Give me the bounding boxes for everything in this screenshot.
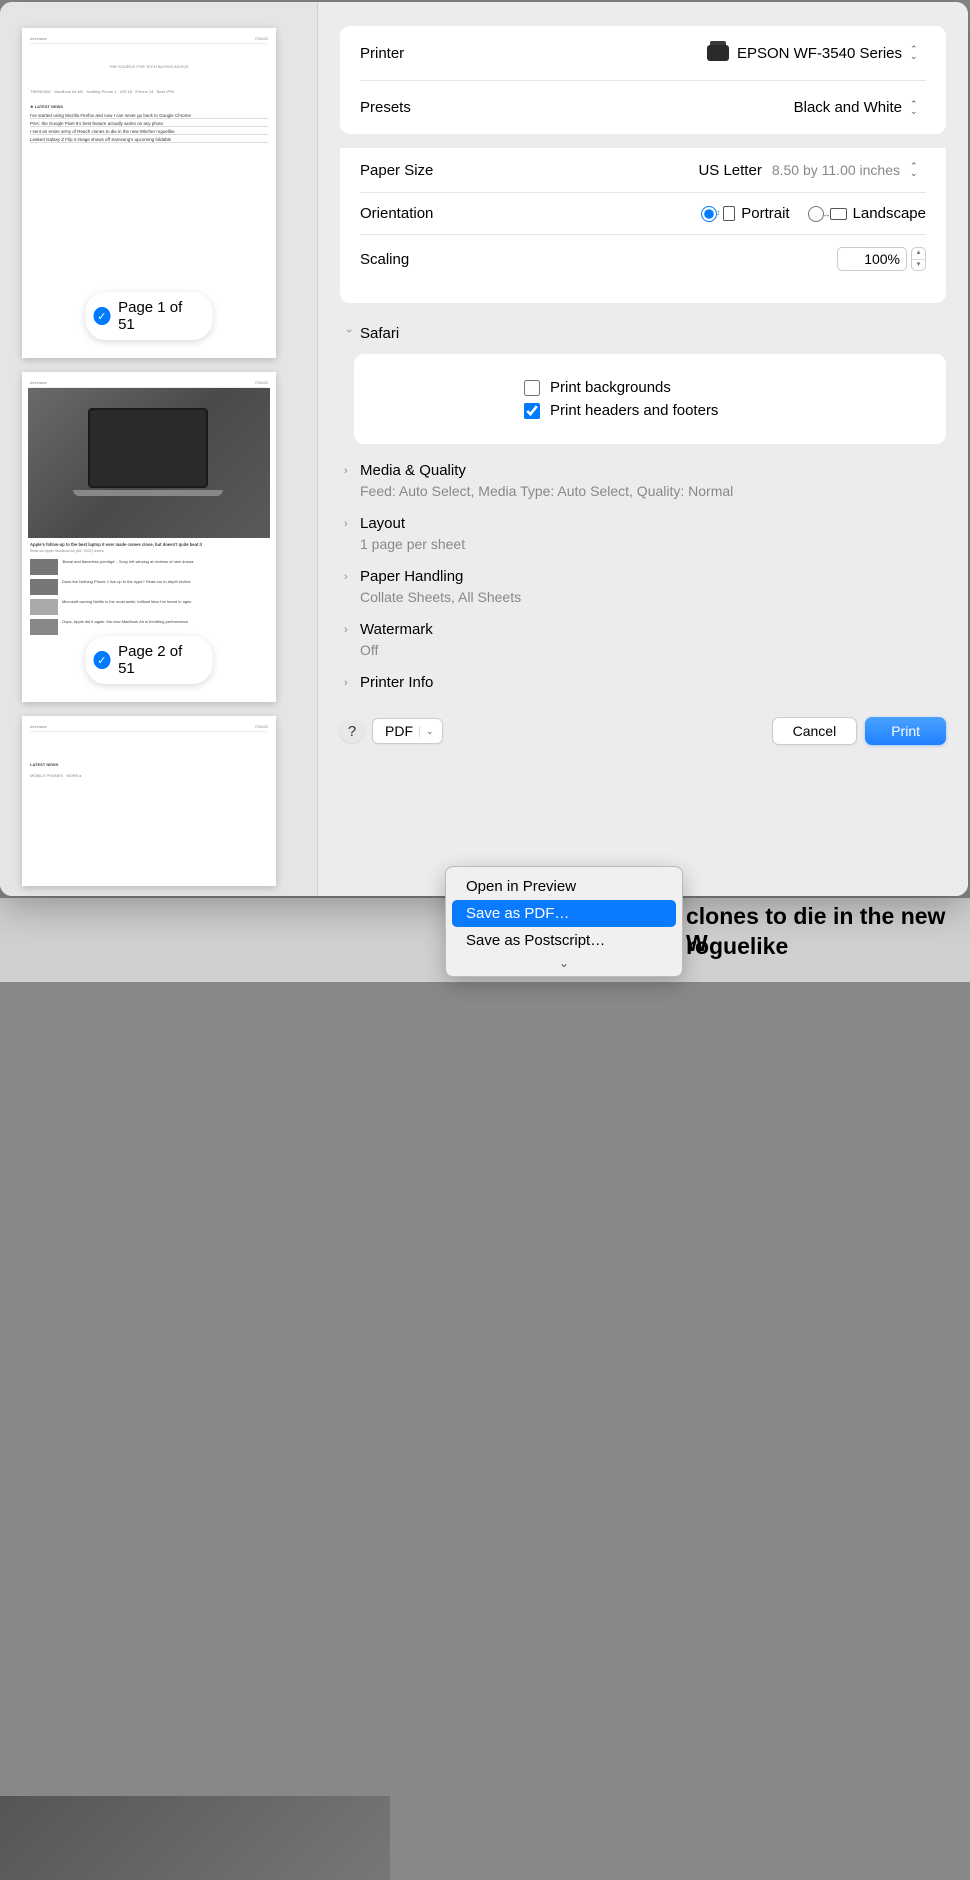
- printer-info-title: Printer Info: [360, 674, 433, 691]
- updown-icon: [910, 43, 926, 63]
- printer-icon: [707, 45, 729, 61]
- pdf-dropdown-button[interactable]: PDF ⌄: [372, 718, 443, 744]
- chevron-right-icon: ›: [344, 518, 354, 530]
- paper-size-row[interactable]: Paper Size US Letter 8.50 by 11.00 inche…: [360, 148, 926, 192]
- page-thumbnail-2[interactable]: techradar7/20/22 Apple's follow-up to th…: [22, 372, 276, 702]
- printer-row[interactable]: Printer EPSON WF-3540 Series: [360, 26, 926, 80]
- chevron-right-icon: ›: [344, 571, 354, 583]
- menu-open-in-preview[interactable]: Open in Preview: [452, 873, 676, 900]
- page-thumbnail-1[interactable]: techradar7/20/22 THE SOURCE FOR TECH BUY…: [22, 28, 276, 358]
- watermark-title: Watermark: [360, 621, 433, 638]
- layout-section: › Layout 1 page per sheet: [340, 507, 946, 552]
- printer-preset-card: Printer EPSON WF-3540 Series Presets Bla…: [340, 26, 946, 134]
- chevron-down-icon: ›: [343, 329, 355, 339]
- bottom-button-bar: ? PDF ⌄ Cancel Print: [340, 717, 946, 745]
- safari-disclosure[interactable]: › Safari: [340, 317, 946, 350]
- media-quality-sub: Feed: Auto Select, Media Type: Auto Sele…: [340, 483, 946, 499]
- page-label: Page 2 of 51: [118, 643, 196, 677]
- print-backgrounds-row[interactable]: Print backgrounds: [374, 376, 926, 399]
- print-settings-pane: Printer EPSON WF-3540 Series Presets Bla…: [318, 2, 968, 896]
- print-headers-footers-checkbox[interactable]: [524, 403, 540, 419]
- paper-handling-section: › Paper Handling Collate Sheets, All She…: [340, 560, 946, 605]
- page-badge-1[interactable]: ✓ Page 1 of 51: [86, 292, 213, 340]
- safari-section: › Safari Print backgrounds Print headers…: [340, 317, 946, 444]
- menu-expand-icon[interactable]: ⌄: [452, 954, 676, 970]
- print-button[interactable]: Print: [865, 717, 946, 745]
- menu-save-as-pdf[interactable]: Save as PDF…: [452, 900, 676, 927]
- page-badge-2[interactable]: ✓ Page 2 of 51: [86, 636, 213, 684]
- updown-icon: [910, 160, 926, 180]
- portrait-icon: [723, 206, 735, 221]
- print-headers-footers-row[interactable]: Print headers and footers: [374, 399, 926, 422]
- layout-sub: 1 page per sheet: [340, 536, 946, 552]
- watermark-section: › Watermark Off: [340, 613, 946, 658]
- check-icon: ✓: [94, 651, 111, 669]
- paper-handling-sub: Collate Sheets, All Sheets: [340, 589, 946, 605]
- scaling-row: Scaling 100% ▴▾: [360, 234, 926, 283]
- print-headers-footers-label: Print headers and footers: [550, 402, 718, 419]
- printer-info-section: › Printer Info: [340, 666, 946, 699]
- layout-title: Layout: [360, 515, 405, 532]
- media-quality-title: Media & Quality: [360, 462, 466, 479]
- orientation-landscape[interactable]: Landscape: [808, 205, 926, 222]
- portrait-radio[interactable]: [701, 206, 717, 222]
- printer-info-disclosure[interactable]: › Printer Info: [340, 666, 946, 699]
- scaling-input[interactable]: 100%: [837, 247, 907, 271]
- scaling-stepper[interactable]: ▴▾: [911, 247, 926, 271]
- paper-size-value: US Letter: [698, 162, 761, 179]
- chevron-right-icon: ›: [344, 465, 354, 477]
- media-quality-section: › Media & Quality Feed: Auto Select, Med…: [340, 454, 946, 499]
- paper-size-label: Paper Size: [360, 162, 433, 179]
- pdf-dropdown-menu: Open in Preview Save as PDF… Save as Pos…: [445, 866, 683, 977]
- check-icon: ✓: [94, 307, 111, 325]
- chevron-right-icon: ›: [344, 677, 354, 689]
- presets-label: Presets: [360, 99, 411, 116]
- chevron-down-icon: ⌄: [419, 726, 434, 737]
- landscape-icon: [830, 208, 847, 220]
- page-setup-card: Paper Size US Letter 8.50 by 11.00 inche…: [340, 148, 946, 303]
- landscape-radio[interactable]: [808, 206, 824, 222]
- safari-title: Safari: [360, 325, 399, 342]
- pdf-label: PDF: [385, 723, 413, 739]
- cancel-button[interactable]: Cancel: [772, 717, 858, 745]
- menu-save-as-postscript[interactable]: Save as Postscript…: [452, 927, 676, 954]
- print-backgrounds-label: Print backgrounds: [550, 379, 671, 396]
- chevron-right-icon: ›: [344, 624, 354, 636]
- printer-value: EPSON WF-3540 Series: [737, 45, 902, 62]
- page-thumbnail-3[interactable]: techradar7/20/22 LATEST NEWS MOBILE PHON…: [22, 716, 276, 886]
- paper-size-dims: 8.50 by 11.00 inches: [772, 162, 900, 178]
- orientation-portrait[interactable]: Portrait: [701, 205, 789, 222]
- print-backgrounds-checkbox[interactable]: [524, 380, 540, 396]
- presets-row[interactable]: Presets Black and White: [360, 80, 926, 134]
- page-label: Page 1 of 51: [118, 299, 196, 333]
- presets-value: Black and White: [794, 99, 902, 116]
- updown-icon: [910, 98, 926, 118]
- scaling-label: Scaling: [360, 251, 409, 268]
- help-button[interactable]: ?: [340, 719, 364, 743]
- paper-handling-title: Paper Handling: [360, 568, 463, 585]
- orientation-row: Orientation Portrait Landscape: [360, 192, 926, 234]
- watermark-sub: Off: [340, 642, 946, 658]
- bg-headline-2: roguelike: [686, 933, 788, 960]
- page-preview-pane[interactable]: techradar7/20/22 THE SOURCE FOR TECH BUY…: [0, 2, 318, 896]
- printer-label: Printer: [360, 45, 404, 62]
- print-dialog: techradar7/20/22 THE SOURCE FOR TECH BUY…: [0, 2, 968, 896]
- orientation-label: Orientation: [360, 205, 433, 222]
- background-image: [0, 1796, 390, 1880]
